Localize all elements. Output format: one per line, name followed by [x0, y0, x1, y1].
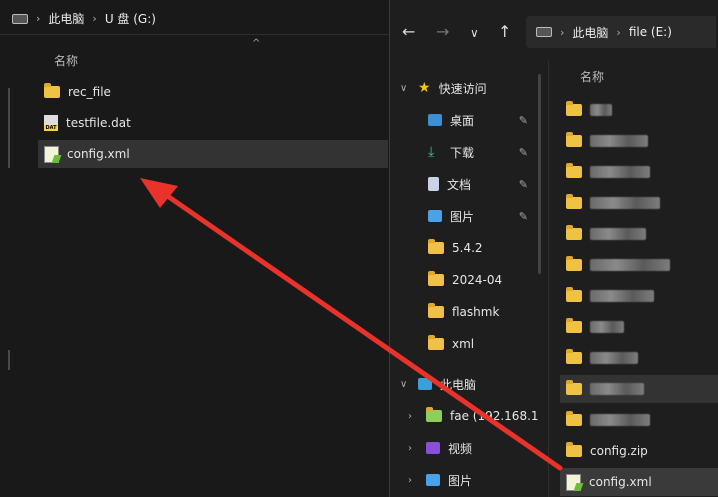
arrow-head: [140, 178, 178, 208]
arrow-shaft: [153, 185, 563, 471]
annotation-arrow-icon: [140, 178, 563, 471]
